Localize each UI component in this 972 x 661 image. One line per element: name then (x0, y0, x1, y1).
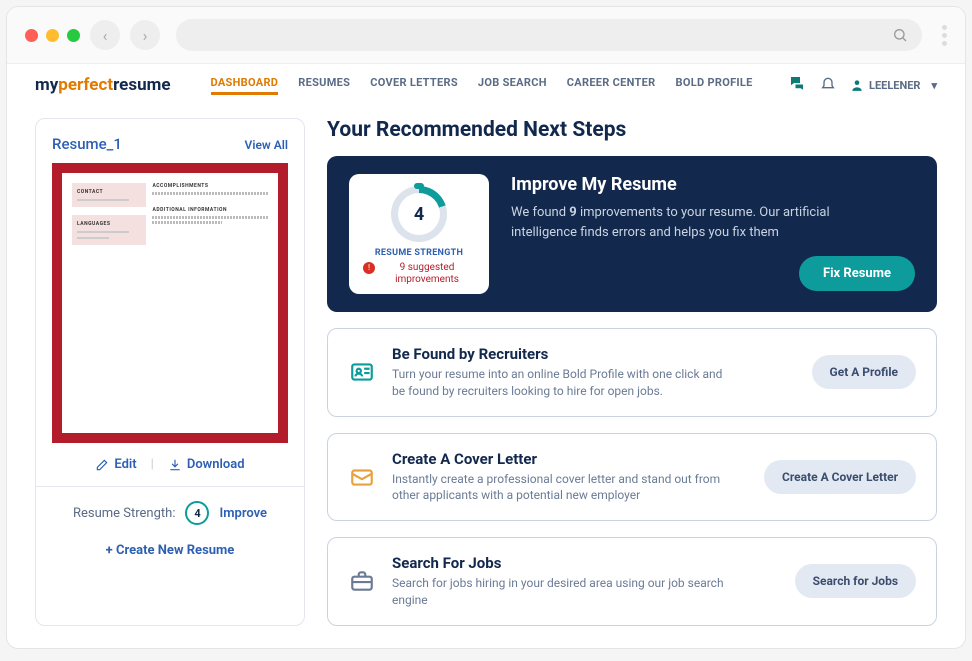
bell-icon[interactable] (820, 75, 836, 95)
get-profile-button[interactable]: Get A Profile (812, 355, 916, 389)
separator: | (151, 457, 154, 472)
step-title: Search For Jobs (392, 554, 779, 572)
user-icon (850, 78, 864, 92)
browser-menu-icon[interactable] (942, 25, 947, 46)
logo-part-1: my (35, 75, 58, 95)
strength-box-label: RESUME STRENGTH (363, 248, 475, 258)
resume-name[interactable]: Resume_1 (52, 135, 122, 153)
nav-cover-letters[interactable]: COVER LETTERS (370, 76, 458, 95)
alert-icon: ! (363, 262, 375, 274)
user-name: LEELENER (869, 79, 920, 92)
step-text: Turn your resume into an online Bold Pro… (392, 366, 732, 400)
resume-panel: Resume_1 View All CONTACT LANGUAGES ACCO… (35, 118, 305, 626)
edit-button[interactable]: Edit (95, 457, 136, 472)
step-title: Create A Cover Letter (392, 450, 748, 468)
fix-resume-button[interactable]: Fix Resume (799, 256, 915, 291)
view-all-link[interactable]: View All (245, 138, 288, 152)
logo-part-3: resume (113, 75, 170, 95)
strength-box: 4 RESUME STRENGTH ! 9 suggested improvem… (349, 174, 489, 294)
envelope-icon (348, 463, 376, 491)
briefcase-icon (348, 567, 376, 595)
edit-icon (95, 458, 109, 472)
strength-ring: 4 (391, 186, 447, 242)
back-button[interactable]: ‹ (90, 20, 120, 50)
chevron-down-icon: ▾ (931, 79, 937, 92)
recommendations-heading: Your Recommended Next Steps (327, 118, 937, 142)
nav-bold-profile[interactable]: BOLD PROFILE (676, 76, 753, 95)
step-title: Be Found by Recruiters (392, 345, 796, 363)
step-cover-letter: Create A Cover Letter Instantly create a… (327, 433, 937, 522)
logo[interactable]: myperfectresume (35, 75, 171, 95)
nav-career-center[interactable]: CAREER CENTER (567, 76, 656, 95)
step-recruiters: Be Found by Recruiters Turn your resume … (327, 328, 937, 417)
browser-chrome: ‹ › (7, 7, 965, 64)
feature-title: Improve My Resume (511, 174, 915, 195)
window-minimize-icon[interactable] (46, 29, 59, 42)
user-menu[interactable]: LEELENER ▾ (850, 78, 937, 92)
forward-button[interactable]: › (130, 20, 160, 50)
step-text: Search for jobs hiring in your desired a… (392, 575, 732, 609)
recommendations-panel: Your Recommended Next Steps 4 RESUME STR… (327, 118, 937, 626)
address-bar[interactable] (176, 19, 922, 51)
main-nav: DASHBOARD RESUMES COVER LETTERS JOB SEAR… (211, 76, 753, 95)
profile-card-icon (348, 358, 376, 386)
thumb-accomplishments-label: ACCOMPLISHMENTS (152, 183, 268, 189)
thumb-contact-label: CONTACT (77, 189, 141, 195)
resume-strength-row: Resume Strength: 4 Improve (36, 486, 304, 525)
create-cover-letter-button[interactable]: Create A Cover Letter (764, 460, 916, 494)
main-content: Resume_1 View All CONTACT LANGUAGES ACCO… (7, 100, 965, 644)
thumb-languages-label: LANGUAGES (77, 221, 141, 227)
traffic-lights (25, 29, 80, 42)
improve-link[interactable]: Improve (219, 506, 267, 521)
search-jobs-button[interactable]: Search for Jobs (795, 564, 916, 598)
suggested-improvements: ! 9 suggested improvements (363, 262, 475, 286)
window-close-icon[interactable] (25, 29, 38, 42)
chat-icon[interactable] (788, 74, 806, 96)
strength-label: Resume Strength: (73, 506, 176, 521)
thumb-additional-label: ADDITIONAL INFORMATION (152, 207, 268, 213)
window-maximize-icon[interactable] (67, 29, 80, 42)
header-right: LEELENER ▾ (788, 74, 937, 96)
download-icon (168, 458, 182, 472)
app-header: myperfectresume DASHBOARD RESUMES COVER … (7, 64, 965, 100)
strength-badge: 4 (185, 501, 209, 525)
nav-dashboard[interactable]: DASHBOARD (211, 76, 279, 95)
improve-resume-card: 4 RESUME STRENGTH ! 9 suggested improvem… (327, 156, 937, 312)
create-new-resume-button[interactable]: + Create New Resume (52, 543, 288, 558)
browser-frame: ‹ › myperfectresume DASHBOARD RESUMES CO… (6, 6, 966, 649)
step-text: Instantly create a professional cover le… (392, 471, 732, 505)
feature-text: We found 9 improvements to your resume. … (511, 203, 871, 242)
strength-value: 4 (414, 204, 424, 225)
logo-part-2: perfect (58, 75, 113, 95)
search-icon (892, 27, 908, 43)
nav-resumes[interactable]: RESUMES (298, 76, 350, 95)
step-search-jobs: Search For Jobs Search for jobs hiring i… (327, 537, 937, 626)
nav-job-search[interactable]: JOB SEARCH (478, 76, 547, 95)
resume-thumbnail[interactable]: CONTACT LANGUAGES ACCOMPLISHMENTS ADDITI… (52, 163, 288, 443)
resume-actions: Edit | Download (52, 457, 288, 472)
download-button[interactable]: Download (168, 457, 245, 472)
